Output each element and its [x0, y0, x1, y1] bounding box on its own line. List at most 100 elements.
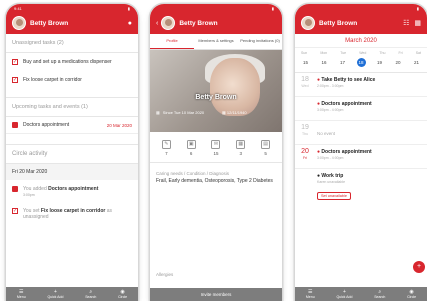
tab-profile[interactable]: Profile: [150, 34, 194, 49]
calendar-icon: [12, 122, 18, 128]
stat-value: 3: [239, 151, 243, 156]
event-time: 3:00pm - 4:00pm: [317, 108, 344, 112]
agenda-row[interactable]: ● Doctors appointment 3:00pm - 4:00pm: [295, 97, 427, 121]
agenda-row[interactable]: 18 Wed ● Take Betty to see Alice 2:00pm - …: [295, 73, 427, 97]
event-item[interactable]: Doctors appointment 20 Mar 2020: [6, 117, 138, 134]
avatar[interactable]: [12, 16, 26, 30]
day-cell-selected[interactable]: 18: [356, 58, 366, 67]
event-title-text: Take Betty to see Alice: [321, 77, 376, 83]
camera-icon: ▣: [186, 140, 196, 149]
activity-item[interactable]: ✓ You set Fix loose carpet in corridor a…: [6, 202, 138, 226]
checkbox-icon[interactable]: ✓: [12, 59, 18, 65]
tab-label: Quick Add: [47, 295, 64, 299]
event-title: ● Doctors appointment: [317, 149, 372, 155]
bottom-tab-bar: ☰ Menu + Quick Add ⌕ Search ◉ Circle: [295, 287, 427, 301]
event-title: ● Take Betty to see Alice: [317, 77, 376, 83]
avatar[interactable]: [301, 16, 315, 30]
calendar-icon[interactable]: ▦: [414, 19, 421, 27]
checkbox-icon[interactable]: ✓: [12, 77, 18, 83]
task-label: Fix loose carpet in corridor: [23, 77, 82, 83]
tab-search[interactable]: ⌕ Search: [374, 289, 385, 299]
weekday-label: Tue: [340, 51, 347, 55]
stat-value: 15: [213, 151, 219, 156]
task-item[interactable]: ✓ Buy and set up a medications dispenser: [6, 53, 138, 71]
event-title-text: Doctors appointment: [321, 149, 372, 155]
day-of-week: Fri: [302, 156, 308, 160]
weekday-label: Wed: [359, 51, 367, 55]
bottom-tab-bar: ☰ Menu + Quick Add ⌕ Search ◉ Circle: [6, 287, 138, 301]
day-cell[interactable]: 15: [301, 58, 310, 67]
tab-pending-invitations[interactable]: Pending invitations (0): [238, 34, 282, 49]
avatar[interactable]: [161, 16, 176, 30]
tab-members-settings[interactable]: Members & settings: [194, 34, 238, 49]
weekday-label: Sat: [415, 51, 421, 55]
agenda-row[interactable]: 19 Thu No event: [295, 121, 427, 145]
tab-label: Search: [374, 295, 386, 299]
unassigned-tasks-heading: Unassigned tasks (2): [6, 34, 138, 53]
stat-files[interactable]: ▤ 5: [261, 140, 271, 156]
day-number: 19 Thu: [295, 121, 315, 144]
stat-events[interactable]: ▦ 3: [236, 140, 246, 156]
day-num: 18: [301, 76, 309, 83]
day-of-week: Wed: [301, 84, 309, 88]
stat-photos[interactable]: ▣ 6: [186, 140, 196, 156]
day-of-week: Thu: [301, 132, 309, 136]
notification-icon[interactable]: ●: [128, 20, 132, 27]
stat-messages[interactable]: ✉ 15: [211, 140, 221, 156]
tab-quick-add[interactable]: + Quick Add: [47, 289, 63, 299]
day-num: 20: [301, 148, 309, 155]
day-cell[interactable]: 19: [375, 58, 384, 67]
day-cell[interactable]: 16: [320, 58, 329, 67]
tab-search[interactable]: ⌕ Search: [85, 289, 96, 299]
tab-label: Circle: [118, 295, 128, 299]
agenda-row[interactable]: 20 Fri ● Doctors appointment 3:00pm - 4:00…: [295, 145, 427, 169]
set-unavailable-button[interactable]: Set unavailable: [317, 192, 351, 200]
caring-needs-label: Caring needs / Condition / Diagnosis: [156, 171, 230, 176]
activity-time: 3:00pm: [23, 193, 35, 197]
list-icon[interactable]: ☷: [403, 19, 409, 27]
weekday-label: Sun: [301, 51, 308, 55]
circle-name: Betty Brown: [179, 19, 218, 27]
app-header: Betty Brown ☷ ▦: [295, 12, 427, 34]
phone-profile-screen: ▮ ‹ Betty Brown Profile Members & settin…: [150, 4, 282, 301]
checkbox-icon: ✓: [12, 208, 18, 214]
add-event-fab[interactable]: +: [413, 261, 425, 273]
circle-name[interactable]: Betty Brown: [30, 20, 128, 27]
calendar-icon: [12, 186, 18, 192]
activity-date: Fri 20 Mar 2020: [6, 164, 138, 180]
face-shape: [210, 58, 260, 116]
day-number: 20 Fri: [295, 145, 315, 168]
tab-menu[interactable]: ☰ Menu: [17, 289, 26, 299]
day-cell[interactable]: 20: [394, 58, 403, 67]
weekday-label: Thu: [379, 51, 386, 55]
activity-item[interactable]: You added Doctors appointment 3:00pm: [6, 180, 138, 202]
tab-circle[interactable]: ◉ Circle: [407, 289, 416, 299]
day-num: 19: [301, 124, 309, 131]
event-title: ● Doctors appointment: [317, 101, 372, 107]
weekday-row: Sun Mon Tue Wed Thu Fri Sat: [295, 48, 427, 55]
tasks-icon: ✎: [161, 140, 171, 149]
back-icon[interactable]: ‹: [156, 20, 158, 27]
circle-name[interactable]: Betty Brown: [319, 20, 403, 27]
day-cell[interactable]: 21: [412, 58, 421, 67]
profile-photo: Betty Brown ▦ Since Tue 10 Mar 2020 ▦ 12/…: [150, 50, 282, 132]
day-number: [295, 169, 315, 206]
tab-label: Circle: [407, 295, 417, 299]
month-title[interactable]: March 2020: [295, 34, 427, 48]
activity-subject: Fix loose carpet in corridor: [40, 208, 106, 214]
event-title-text: Work trip: [321, 173, 344, 179]
agenda-row[interactable]: ● Work trip Karen unavailable Set unavail…: [295, 169, 427, 206]
tab-quick-add[interactable]: + Quick Add: [336, 289, 352, 299]
upcoming-heading: Upcoming tasks and events (1): [6, 97, 138, 117]
task-item[interactable]: ✓ Fix loose carpet in corridor: [6, 71, 138, 89]
status-bar: ▮: [295, 4, 427, 12]
event-time: 2:00pm - 3:00pm: [317, 84, 344, 88]
task-label: Buy and set up a medications dispenser: [23, 59, 112, 65]
day-cell[interactable]: 17: [338, 58, 347, 67]
tab-circle[interactable]: ◉ Circle: [118, 289, 127, 299]
status-bar: 9:41 ▮: [6, 4, 138, 12]
tab-menu[interactable]: ☰ Menu: [306, 289, 315, 299]
event-title: ● Work trip: [317, 173, 344, 179]
stat-tasks[interactable]: ✎ 7: [161, 140, 171, 156]
invite-members-button[interactable]: Invite members: [150, 288, 282, 301]
